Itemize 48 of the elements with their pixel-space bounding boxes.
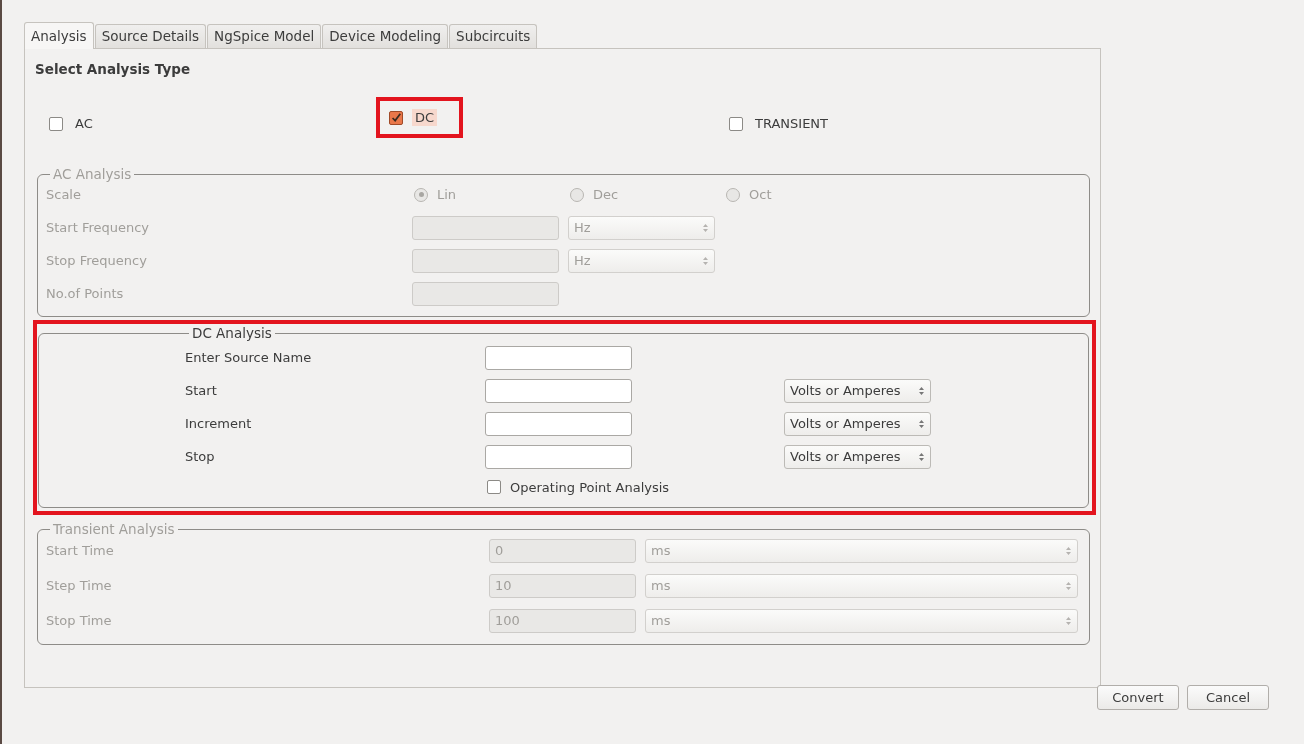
tab[interactable]: NgSpice Model (207, 24, 322, 48)
field-label: Stop Frequency (46, 253, 148, 268)
checkbox[interactable] (729, 116, 743, 131)
spin-arrows-icon (918, 385, 925, 396)
group-title: DC Analysis (191, 325, 273, 341)
radio-label: Oct (749, 187, 772, 202)
input-field[interactable] (485, 345, 632, 370)
spin-arrows-icon (1065, 545, 1072, 556)
checkbox[interactable] (49, 116, 63, 131)
spin-arrows-icon (1065, 580, 1072, 591)
field-label: Stop (185, 449, 216, 464)
group-title: AC Analysis (52, 166, 133, 182)
input-field[interactable] (485, 378, 632, 403)
tab[interactable]: Analysis (24, 22, 94, 49)
spin-arrows-icon (702, 255, 709, 266)
group-title: Transient Analysis (52, 521, 176, 537)
field-label: Start (185, 383, 218, 398)
checkbox-label: TRANSIENT (754, 115, 830, 132)
unit-dropdown[interactable]: Volts or Amperes (784, 444, 931, 469)
spin-arrows-icon (918, 418, 925, 429)
input-field[interactable] (485, 444, 632, 469)
checkbox-label: DC (412, 109, 438, 126)
spin-arrows-icon (918, 451, 925, 462)
tab[interactable]: Subcircuits (449, 24, 538, 48)
checkbox-label: AC (74, 115, 94, 132)
checkbox-label: Operating Point Analysis (510, 479, 670, 495)
field-label: Enter Source Name (185, 350, 313, 365)
tab[interactable]: Device Modeling (322, 24, 449, 48)
spin-arrows-icon (1065, 615, 1072, 626)
field-label: Start Frequency (46, 220, 151, 235)
unit-dropdown[interactable]: Volts or Amperes (784, 411, 931, 436)
spin-arrows-icon (702, 222, 709, 233)
field-label: Step Time (46, 578, 113, 593)
unit-dropdown[interactable]: Volts or Amperes (784, 378, 931, 403)
dialog-button[interactable]: Convert (1097, 685, 1179, 710)
field-label: No.of Points (46, 286, 125, 301)
radio-label: Dec (593, 187, 619, 202)
input-field[interactable] (485, 411, 632, 436)
tab[interactable]: Source Details (94, 24, 207, 48)
checkbox[interactable] (389, 110, 403, 125)
field-label: Increment (185, 416, 253, 431)
section-title: Select Analysis Type (35, 61, 192, 79)
checkbox[interactable] (487, 480, 501, 494)
radio-label: Lin (437, 187, 457, 202)
field-label: Start Time (46, 543, 115, 558)
field-label: Stop Time (46, 613, 113, 628)
dialog-button[interactable]: Cancel (1187, 685, 1269, 710)
field-label: Scale (46, 187, 82, 202)
